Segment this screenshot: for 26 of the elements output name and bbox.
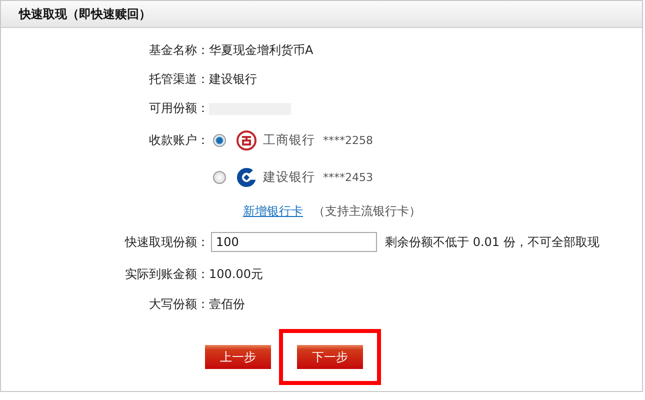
field-value: 建设银行	[209, 71, 257, 88]
field-label: 托管渠道：	[148, 71, 209, 88]
support-note: （支持主流银行卡）	[313, 202, 421, 220]
field-value: 100.00元	[209, 266, 263, 282]
field-label: 快速取现份额：	[124, 234, 209, 250]
amount-input[interactable]: 100	[211, 232, 377, 252]
radio-button[interactable]	[213, 171, 226, 184]
amount-hint: 剩余份额不低于 0.01 份，不可全部取现	[385, 234, 600, 250]
step-button[interactable]: 上一步	[205, 345, 271, 369]
field-label: 收款账户：	[148, 132, 209, 149]
account-number: ****2453	[323, 171, 373, 184]
bank-name: 建设银行	[263, 169, 315, 186]
field-label: 大写份额：	[148, 296, 209, 312]
step-button[interactable]: 下一步	[297, 345, 363, 369]
radio-button[interactable]	[213, 134, 226, 147]
field-value: 华夏现金增利货币A	[209, 42, 314, 59]
field-value: 壹佰份	[209, 296, 245, 312]
field-label: 实际到账金额：	[124, 266, 209, 282]
field-label: 可用份额：	[148, 100, 209, 117]
add-card-link[interactable]: 新增银行卡	[243, 202, 303, 220]
panel-title: 快速取现（即快速赎回）	[19, 6, 151, 22]
bank-logo-icon	[236, 130, 257, 151]
bank-name: 工商银行	[263, 132, 315, 149]
field-label: 基金名称：	[148, 42, 209, 59]
account-number: ****2258	[323, 134, 373, 147]
bank-logo-icon	[236, 167, 257, 188]
